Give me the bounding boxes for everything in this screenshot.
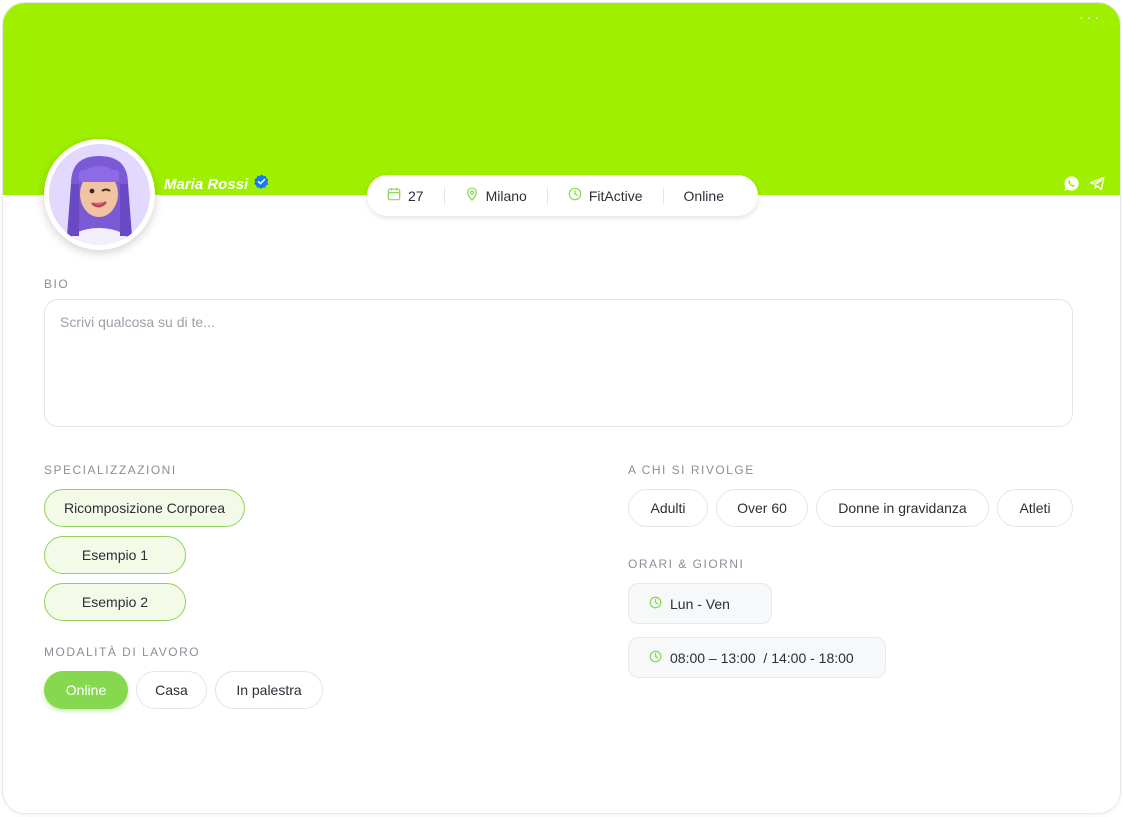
avatar[interactable] bbox=[44, 139, 155, 250]
clock-icon bbox=[568, 187, 582, 204]
meta-status: Online bbox=[684, 188, 724, 204]
whatsapp-icon[interactable] bbox=[1063, 175, 1080, 197]
meta-age: 27 bbox=[387, 187, 424, 204]
audience-chip[interactable]: Adulti bbox=[628, 489, 708, 527]
more-menu-icon[interactable]: ··· bbox=[1079, 9, 1102, 25]
calendar-icon bbox=[387, 187, 401, 204]
schedule-hours: 08:00 – 13:00 / 14:00 - 18:00 bbox=[670, 649, 854, 666]
bio-label: BIO bbox=[44, 277, 70, 291]
work-mode-label: MODALITÀ DI LAVORO bbox=[44, 645, 201, 659]
divider bbox=[443, 186, 445, 205]
meta-city: Milano bbox=[465, 187, 527, 204]
divider bbox=[546, 186, 548, 205]
audience-chip[interactable]: Atleti bbox=[997, 489, 1073, 527]
meta-gym: FitActive bbox=[568, 187, 643, 204]
profile-card: ··· Maria Rossi 27 Milano FitActive Onli… bbox=[3, 3, 1120, 813]
specialization-chip[interactable]: Esempio 1 bbox=[44, 536, 186, 574]
schedule-hours-box[interactable]: 08:00 – 13:00 / 14:00 - 18:00 bbox=[628, 637, 886, 678]
telegram-icon[interactable] bbox=[1089, 175, 1106, 197]
status-value: Online bbox=[683, 187, 724, 204]
gym-value: FitActive bbox=[588, 187, 643, 204]
profile-meta-bar: 27 Milano FitActive Online bbox=[367, 175, 758, 216]
audience-chip[interactable]: Over 60 bbox=[716, 489, 808, 527]
clock-icon bbox=[649, 596, 662, 612]
verified-badge-icon bbox=[254, 174, 269, 194]
city-value: Milano bbox=[485, 187, 527, 204]
work-mode-online-chip[interactable]: Online bbox=[44, 671, 128, 709]
location-pin-icon bbox=[465, 187, 479, 204]
work-mode-home-chip[interactable]: Casa bbox=[136, 671, 207, 709]
specialization-chip[interactable]: Ricomposizione Corporea bbox=[44, 489, 245, 527]
cover-banner: ··· bbox=[3, 3, 1120, 195]
clock-icon bbox=[649, 650, 662, 666]
profile-name: Maria Rossi bbox=[164, 175, 249, 193]
audience-label: A CHI SI RIVOLGE bbox=[628, 463, 755, 477]
specialization-chip[interactable]: Esempio 2 bbox=[44, 583, 186, 621]
schedule-label: ORARI & GIORNI bbox=[628, 557, 745, 571]
schedule-days-box[interactable]: Lun - Ven bbox=[628, 583, 772, 624]
divider bbox=[662, 186, 664, 205]
age-value: 27 bbox=[408, 187, 424, 204]
bio-textarea[interactable] bbox=[44, 299, 1073, 427]
schedule-days: Lun - Ven bbox=[670, 595, 730, 612]
work-mode-gym-chip[interactable]: In palestra bbox=[215, 671, 323, 709]
audience-chip[interactable]: Donne in gravidanza bbox=[816, 489, 989, 527]
specializations-label: SPECIALIZZAZIONI bbox=[44, 463, 177, 477]
